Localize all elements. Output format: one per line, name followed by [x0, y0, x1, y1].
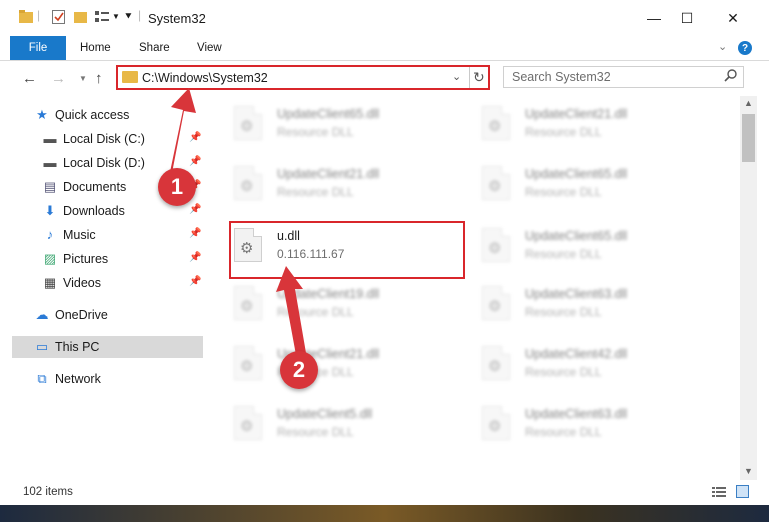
- file-explorer-window: | ▼ ⯆ | System32 — ☐ ✕ File Home Share V…: [0, 0, 769, 522]
- annotation-arrows: [170, 88, 306, 355]
- step-2-badge: 2: [280, 351, 318, 389]
- arrow-1: [170, 88, 196, 173]
- desktop-background: [0, 505, 769, 522]
- arrow-2: [276, 266, 306, 355]
- step-1-badge: 1: [158, 168, 196, 206]
